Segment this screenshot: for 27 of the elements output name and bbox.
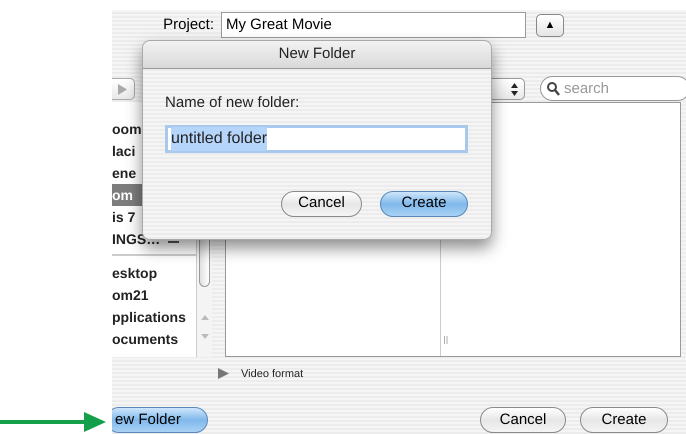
- button[interactable]: Create: [580, 407, 668, 434]
- field-label: Project:: [162, 15, 215, 35]
- field-label: Name of new folder:: [165, 93, 300, 113]
- project-field[interactable]: My Great Movie: [221, 12, 526, 38]
- button[interactable]: Cancel: [281, 190, 362, 216]
- resize-grip-icon[interactable]: [444, 336, 448, 344]
- disclosure-triangle[interactable]: [218, 368, 229, 380]
- sidebar-item[interactable]: om21: [112, 284, 149, 306]
- sidebar-item[interactable]: pplications: [112, 306, 186, 328]
- button[interactable]: ew Folder: [112, 407, 208, 434]
- button[interactable]: Cancel: [480, 407, 566, 434]
- sidebar-item[interactable]: esktop: [112, 262, 158, 284]
- search-icon: [547, 82, 560, 96]
- dialog-title: New Folder: [278, 44, 356, 64]
- sidebar-item[interactable]: ene: [112, 162, 136, 184]
- collapse-button[interactable]: ▲: [536, 14, 564, 37]
- sidebar-item[interactable]: laci: [112, 140, 136, 162]
- back-button[interactable]: [112, 78, 135, 100]
- sidebar-item[interactable]: is 7: [112, 206, 136, 228]
- updown-icon: [511, 82, 518, 96]
- sidebar-item[interactable]: oom: [112, 118, 142, 140]
- disclosure-label[interactable]: Video format: [241, 366, 304, 382]
- search-field[interactable]: search: [540, 76, 686, 100]
- sidebar-item[interactable]: ocuments: [112, 328, 178, 350]
- button[interactable]: Create: [380, 190, 468, 216]
- play-icon: [118, 84, 127, 94]
- folder-name-field[interactable]: untitled folder: [165, 124, 468, 152]
